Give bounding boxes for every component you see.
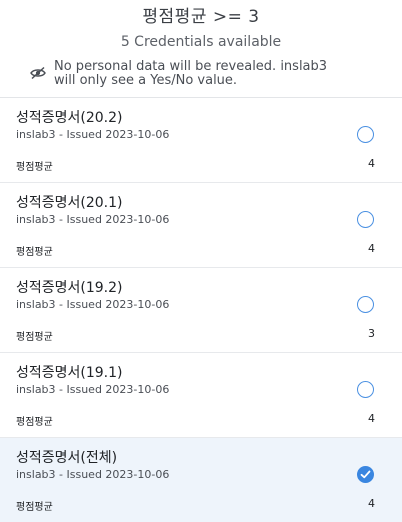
credentials-count: 5 Credentials available	[120, 34, 282, 50]
attribute-label: 평점평균	[16, 332, 53, 343]
eye-off-icon	[30, 66, 46, 80]
attribute-label: 평점평균	[16, 162, 53, 173]
select-radio-checked[interactable]	[357, 466, 374, 483]
credential-title: 성적증명서(19.1)	[16, 365, 123, 381]
credential-item-selected[interactable]: 성적증명서(전체) inslab3 - Issued 2023-10-06 평점…	[0, 438, 402, 522]
credential-list: 성적증명서(20.2) inslab3 - Issued 2023-10-06 …	[0, 98, 402, 522]
attribute-value: 4	[368, 157, 375, 170]
credential-item[interactable]: 성적증명서(20.2) inslab3 - Issued 2023-10-06 …	[0, 98, 402, 183]
header: 평점평균 >= 3 5 Credentials available No per…	[0, 0, 402, 98]
credential-issuer: inslab3 - Issued 2023-10-06	[16, 128, 170, 141]
attribute-label: 평점평균	[16, 247, 53, 258]
checkmark-icon	[360, 470, 371, 479]
attribute-label: 평점평균	[16, 502, 53, 513]
credential-title: 성적증명서(19.2)	[16, 280, 123, 296]
credential-issuer: inslab3 - Issued 2023-10-06	[16, 213, 170, 226]
credential-item[interactable]: 성적증명서(19.2) inslab3 - Issued 2023-10-06 …	[0, 268, 402, 353]
select-radio[interactable]	[357, 296, 374, 313]
select-radio[interactable]	[357, 211, 374, 228]
credential-issuer: inslab3 - Issued 2023-10-06	[16, 468, 170, 481]
credential-issuer: inslab3 - Issued 2023-10-06	[16, 298, 170, 311]
select-radio[interactable]	[357, 126, 374, 143]
privacy-notice: No personal data will be revealed. insla…	[0, 54, 402, 88]
credential-picker: 평점평균 >= 3 5 Credentials available No per…	[0, 0, 402, 522]
attribute-value: 4	[368, 497, 375, 510]
privacy-notice-text: No personal data will be revealed. insla…	[54, 59, 328, 88]
page-title: 평점평균 >= 3	[142, 7, 260, 27]
attribute-value: 4	[368, 412, 375, 425]
attribute-label: 평점평균	[16, 417, 53, 428]
credential-item[interactable]: 성적증명서(20.1) inslab3 - Issued 2023-10-06 …	[0, 183, 402, 268]
attribute-value: 4	[368, 242, 375, 255]
credential-title: 성적증명서(20.2)	[16, 110, 123, 126]
credential-issuer: inslab3 - Issued 2023-10-06	[16, 383, 170, 396]
credential-title: 성적증명서(전체)	[16, 450, 118, 466]
credential-title: 성적증명서(20.1)	[16, 195, 123, 211]
attribute-value: 3	[368, 327, 375, 340]
credential-item[interactable]: 성적증명서(19.1) inslab3 - Issued 2023-10-06 …	[0, 353, 402, 438]
select-radio[interactable]	[357, 381, 374, 398]
